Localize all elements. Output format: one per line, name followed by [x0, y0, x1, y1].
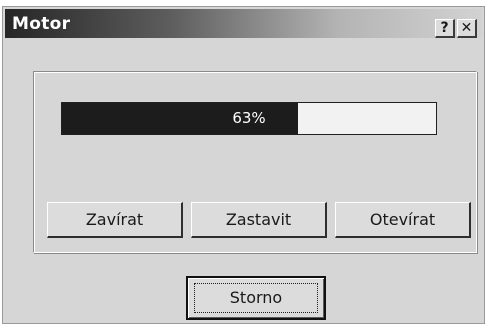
help-button[interactable]: ?: [435, 19, 455, 38]
title-bar[interactable]: Motor: [5, 9, 482, 38]
close-button[interactable]: ✕: [457, 19, 477, 38]
close-icon: ✕: [460, 20, 473, 36]
stop-button[interactable]: Zastavit: [191, 202, 327, 238]
window-title: Motor: [12, 14, 71, 34]
question-mark-icon: ?: [440, 20, 449, 36]
open-gate-button[interactable]: Otevírat: [335, 202, 471, 238]
progress-percent-label: 63%: [232, 109, 266, 127]
cancel-label: Storno: [229, 288, 283, 307]
dialog-window: Motor ? ✕ 63% Zavírat Zastavit Otevírat …: [2, 6, 485, 324]
motor-progress-bar: 63%: [61, 102, 437, 135]
open-gate-label: Otevírat: [369, 209, 436, 229]
cancel-button[interactable]: Storno: [186, 276, 326, 320]
close-gate-button[interactable]: Zavírat: [47, 202, 183, 238]
stop-label: Zastavit: [225, 209, 292, 229]
close-gate-label: Zavírat: [85, 209, 144, 229]
